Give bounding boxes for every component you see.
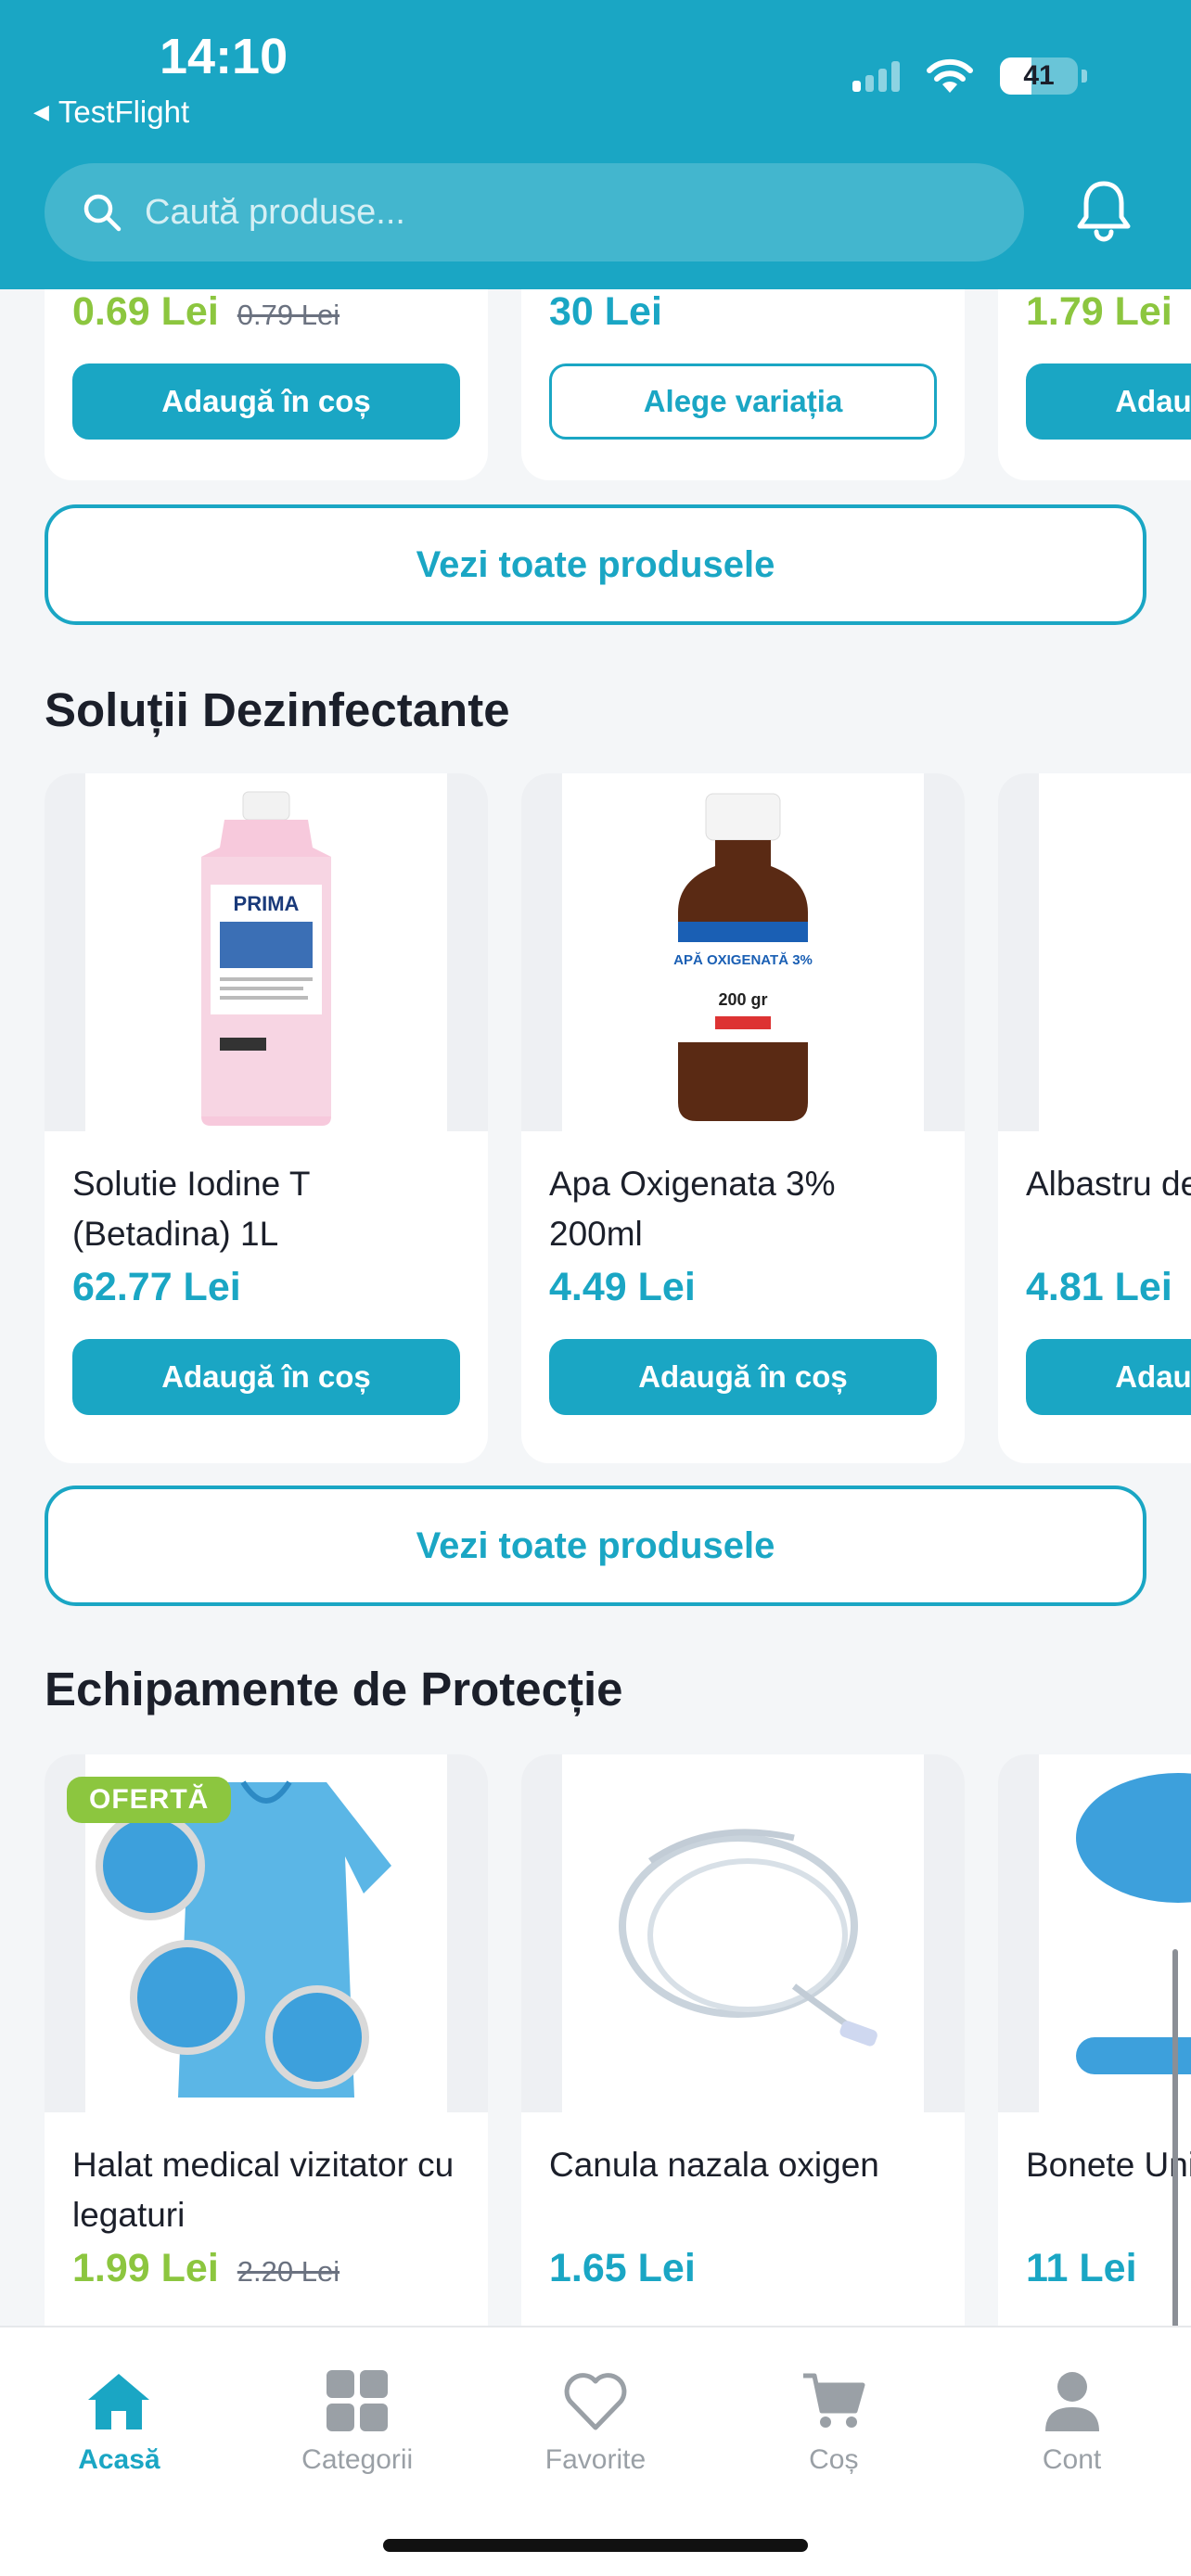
product-image[interactable]: PRIMA xyxy=(45,773,488,1131)
product-name[interactable]: Halat medical vizitator cu legaturi xyxy=(45,2112,488,2246)
tab-home[interactable]: Acasă xyxy=(26,2368,211,2476)
battery-icon: 41 xyxy=(1000,57,1078,95)
iodine-bottle-image: PRIMA xyxy=(201,791,331,1126)
product-price: 1.65 Lei xyxy=(549,2246,696,2290)
svg-text:APĂ OXIGENATĂ 3%: APĂ OXIGENATĂ 3% xyxy=(673,952,813,968)
nasal-cannula-image xyxy=(619,1829,877,2047)
product-card[interactable]: 1.79 Lei Adaugă în coș xyxy=(998,289,1191,480)
app-header: 14:10 ◀ TestFlight 41 xyxy=(0,0,1191,289)
add-to-cart-button[interactable]: Adaugă în coș xyxy=(1026,363,1191,440)
back-to-app-link[interactable]: ◀ TestFlight xyxy=(33,95,189,130)
cart-icon xyxy=(802,2373,865,2428)
tab-label: Acasă xyxy=(78,2444,160,2475)
choose-variant-button[interactable]: Alege variația xyxy=(549,363,937,440)
product-price: 4.81 Lei xyxy=(1026,1265,1172,1309)
add-to-cart-button[interactable]: Adaugă în coș xyxy=(72,363,460,440)
product-image[interactable] xyxy=(521,1754,965,2112)
product-name[interactable]: Canula nazala oxigen xyxy=(521,2112,965,2246)
product-row-disinfectants[interactable]: PRIMA Solutie Iodine T (Betadina) 1L 62.… xyxy=(45,773,1191,1463)
product-card[interactable]: Canula nazala oxigen 1.65 Lei xyxy=(521,1754,965,2326)
back-app-label: TestFlight xyxy=(58,95,190,129)
product-image[interactable]: APĂ OXIGENATĂ 3% 200 gr xyxy=(521,773,965,1131)
add-to-cart-button[interactable]: Adaugă în coș xyxy=(72,1339,460,1415)
product-name[interactable]: Apa Oxigenata 3% 200ml xyxy=(521,1131,965,1265)
home-feed[interactable]: 0.69 Lei 0.79 Lei Adaugă în coș 30 Lei A… xyxy=(0,289,1191,2326)
product-price: 1.79 Lei xyxy=(1026,289,1172,334)
tab-favorites[interactable]: Favorite xyxy=(503,2368,688,2476)
tab-label: Categorii xyxy=(301,2444,414,2475)
product-name[interactable]: Bonete Unica Folosinta xyxy=(998,2112,1191,2246)
product-card[interactable]: 30 Lei Alege variația xyxy=(521,289,965,480)
section-title-protection: Echipamente de Protecție xyxy=(45,1663,623,1715)
svg-text:200 gr: 200 gr xyxy=(718,990,767,1009)
product-card[interactable]: Albastru de metil 25g 4.81 Lei Adaugă în… xyxy=(998,773,1191,1463)
product-name[interactable]: Solutie Iodine T (Betadina) 1L xyxy=(45,1131,488,1265)
product-card[interactable]: PRIMA Solutie Iodine T (Betadina) 1L 62.… xyxy=(45,773,488,1463)
product-image[interactable] xyxy=(998,773,1191,1131)
product-name[interactable]: Albastru de metil 25g xyxy=(998,1131,1191,1265)
product-card[interactable]: Bonete Unica Folosinta 11 Lei xyxy=(998,1754,1191,2326)
tab-label: Cont xyxy=(1042,2444,1102,2475)
see-all-products-button[interactable]: Vezi toate produsele xyxy=(45,504,1146,625)
product-card[interactable]: 0.69 Lei 0.79 Lei Adaugă în coș xyxy=(45,289,488,480)
tab-cart[interactable]: Coș xyxy=(741,2368,927,2476)
user-icon xyxy=(1044,2372,1099,2431)
search-input[interactable] xyxy=(145,192,980,233)
cellular-signal-icon xyxy=(852,60,900,92)
wifi-icon xyxy=(927,58,973,93)
back-arrow-icon: ◀ xyxy=(33,100,49,123)
old-price: 2.20 Lei xyxy=(237,2255,340,2288)
grid-icon xyxy=(327,2370,389,2431)
status-icons: 41 xyxy=(852,57,1087,95)
product-price: 11 Lei xyxy=(1026,2246,1137,2290)
product-row-protection[interactable]: OFERTĂ Halat medical vizitator cu legatu… xyxy=(45,1754,1191,2326)
product-price: 62.77 Lei xyxy=(72,1265,241,1309)
tab-label: Favorite xyxy=(544,2444,647,2475)
product-row-top[interactable]: 0.69 Lei 0.79 Lei Adaugă în coș 30 Lei A… xyxy=(45,289,1191,480)
home-indicator[interactable] xyxy=(383,2539,808,2552)
product-price: 30 Lei xyxy=(549,289,662,334)
add-to-cart-button[interactable]: Adaugă în coș xyxy=(1026,1339,1191,1415)
search-bar[interactable] xyxy=(45,163,1024,261)
section-title-disinfectants: Soluții Dezinfectante xyxy=(45,683,510,736)
scrollbar[interactable] xyxy=(1172,1949,1178,2326)
product-card[interactable]: OFERTĂ Halat medical vizitator cu legatu… xyxy=(45,1754,488,2326)
offer-badge: OFERTĂ xyxy=(67,1777,232,1823)
tab-label: Coș xyxy=(809,2444,859,2475)
product-image[interactable] xyxy=(998,1754,1191,2112)
peroxide-bottle-image: APĂ OXIGENATĂ 3% 200 gr xyxy=(673,793,813,1121)
disposable-cap-image xyxy=(1076,1773,1191,2074)
product-price: 1.99 Lei 2.20 Lei xyxy=(72,2246,340,2290)
product-price: 4.49 Lei xyxy=(549,1265,696,1309)
product-price: 0.69 Lei 0.79 Lei xyxy=(72,289,340,334)
heart-icon xyxy=(564,2373,627,2430)
old-price: 0.79 Lei xyxy=(237,299,340,331)
status-time: 14:10 xyxy=(160,29,288,84)
svg-text:PRIMA: PRIMA xyxy=(234,892,300,915)
tab-categories[interactable]: Categorii xyxy=(264,2368,450,2476)
search-icon xyxy=(83,194,122,232)
add-to-cart-button[interactable]: Adaugă în coș xyxy=(549,1339,937,1415)
see-all-products-button[interactable]: Vezi toate produsele xyxy=(45,1486,1146,1606)
tab-account[interactable]: Cont xyxy=(980,2368,1165,2476)
bell-icon[interactable] xyxy=(1074,178,1133,245)
home-icon xyxy=(88,2374,150,2429)
product-card[interactable]: APĂ OXIGENATĂ 3% 200 gr Apa Oxigenata 3%… xyxy=(521,773,965,1463)
battery-level: 41 xyxy=(1023,60,1055,91)
